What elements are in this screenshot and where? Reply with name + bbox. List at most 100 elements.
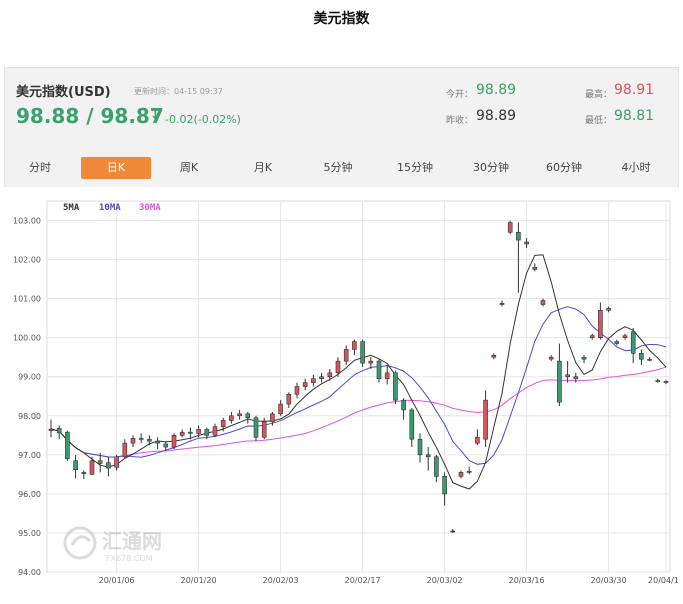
candle-body xyxy=(220,420,226,428)
candle-body xyxy=(56,427,62,434)
candle-body xyxy=(327,372,333,378)
candle-body xyxy=(81,472,87,474)
candle-body xyxy=(507,222,513,233)
tab-5min[interactable]: 5分钟 xyxy=(313,157,363,179)
candle-body xyxy=(589,335,595,338)
candle-body xyxy=(360,341,365,364)
timeframe-tabs: 分时 日K 周K 月K 5分钟 15分钟 30分钟 60分钟 4小时 xyxy=(4,152,679,185)
candle-body xyxy=(48,428,54,431)
tab-weekly-k[interactable]: 周K xyxy=(167,157,211,179)
candle-body xyxy=(138,438,144,440)
candle-body xyxy=(655,380,661,382)
candle-body xyxy=(188,431,193,434)
candle-body xyxy=(196,429,201,434)
x-tick-label: 20/04/13 xyxy=(648,576,679,585)
candle-body xyxy=(532,267,538,270)
x-tick-label: 20/03/02 xyxy=(427,576,463,585)
tab-monthly-k[interactable]: 月K xyxy=(241,157,285,179)
candle-body xyxy=(376,360,382,379)
candle-body xyxy=(491,354,497,358)
candle-body xyxy=(581,356,587,360)
high-label: 最高： xyxy=(585,90,613,100)
candle-body xyxy=(130,438,136,444)
price-change: -0.02(-0.02%) xyxy=(165,113,241,126)
candle-body xyxy=(286,394,292,405)
candle-body xyxy=(253,417,259,438)
y-tick-label: 103.00 xyxy=(13,217,41,226)
legend-item: 5MA xyxy=(63,203,80,213)
candle-body xyxy=(163,443,169,448)
tab-60min[interactable]: 60分钟 xyxy=(536,157,592,179)
watermark-brand: 汇通网 xyxy=(102,529,162,553)
plot-frame xyxy=(46,200,671,573)
candle-body xyxy=(598,310,603,338)
candle-body xyxy=(294,386,300,395)
candle-body xyxy=(114,456,119,468)
candle-body xyxy=(106,462,111,469)
candle-body xyxy=(393,372,398,401)
x-tick-label: 20/01/06 xyxy=(99,576,135,585)
candle-body xyxy=(89,460,95,475)
legend-item: 10MA xyxy=(99,203,121,213)
tab-daily-k[interactable]: 日K xyxy=(81,157,151,179)
candle-body xyxy=(663,381,669,383)
y-tick-label: 101.00 xyxy=(13,295,41,304)
x-tick-label: 20/02/03 xyxy=(263,576,299,585)
candle-body xyxy=(622,335,628,338)
candle-body xyxy=(335,360,341,374)
candle-body xyxy=(212,426,218,436)
low-label: 最低： xyxy=(585,116,613,126)
candle-body xyxy=(606,308,611,311)
candle-body xyxy=(270,413,275,422)
x-tick-label: 20/03/30 xyxy=(591,576,627,585)
candle-body xyxy=(434,456,439,477)
x-tick-label: 20/01/20 xyxy=(181,576,217,585)
y-tick-label: 97.00 xyxy=(18,451,41,460)
candle-body xyxy=(639,353,644,360)
ma10-line xyxy=(50,306,667,465)
prev-close-label: 昨收： xyxy=(446,116,474,126)
candle-body xyxy=(565,374,570,378)
candle-body xyxy=(368,360,374,364)
tab-4hour[interactable]: 4小时 xyxy=(611,157,661,179)
candle-body xyxy=(425,454,431,458)
candle-body xyxy=(245,413,251,419)
open-value: 98.89 xyxy=(476,82,517,98)
y-tick-label: 94.00 xyxy=(18,568,41,577)
candle-body xyxy=(647,358,652,361)
tab-15min[interactable]: 15分钟 xyxy=(387,157,443,179)
candle-body xyxy=(65,431,70,460)
candle-body xyxy=(237,413,242,417)
y-tick-label: 102.00 xyxy=(13,256,41,265)
tab-intraday[interactable]: 分时 xyxy=(18,157,62,179)
current-price: 98.88 / 98.87 xyxy=(16,104,164,128)
candle-body xyxy=(409,409,415,440)
arrow-down-icon: ↓ xyxy=(150,108,161,123)
update-time: 更新时间：04-15 09:37 xyxy=(134,87,223,96)
y-tick-label: 98.00 xyxy=(18,412,41,421)
candle-body xyxy=(573,376,579,379)
candle-body xyxy=(204,429,210,436)
ma30-line xyxy=(50,366,667,458)
tab-30min[interactable]: 30分钟 xyxy=(463,157,519,179)
open-label: 今开： xyxy=(446,90,474,100)
ma5-line xyxy=(50,254,667,490)
page-title: 美元指数 xyxy=(313,11,370,27)
candle-body xyxy=(311,378,316,383)
candle-body xyxy=(557,360,562,403)
ticker-name: 美元指数(USD) xyxy=(16,85,111,100)
candle-body xyxy=(147,438,152,442)
y-tick-label: 96.00 xyxy=(18,490,41,499)
candle-body xyxy=(179,431,185,436)
candle-body xyxy=(442,476,447,495)
candle-body xyxy=(384,372,390,379)
candle-body xyxy=(466,470,472,473)
candle-body xyxy=(319,376,324,379)
x-tick-label: 20/03/16 xyxy=(509,576,545,585)
candle-body xyxy=(229,415,234,421)
candle-body xyxy=(483,399,488,440)
y-tick-label: 95.00 xyxy=(18,529,41,538)
candle-body xyxy=(261,421,267,438)
candle-body xyxy=(417,438,423,456)
candle-body xyxy=(401,399,406,411)
